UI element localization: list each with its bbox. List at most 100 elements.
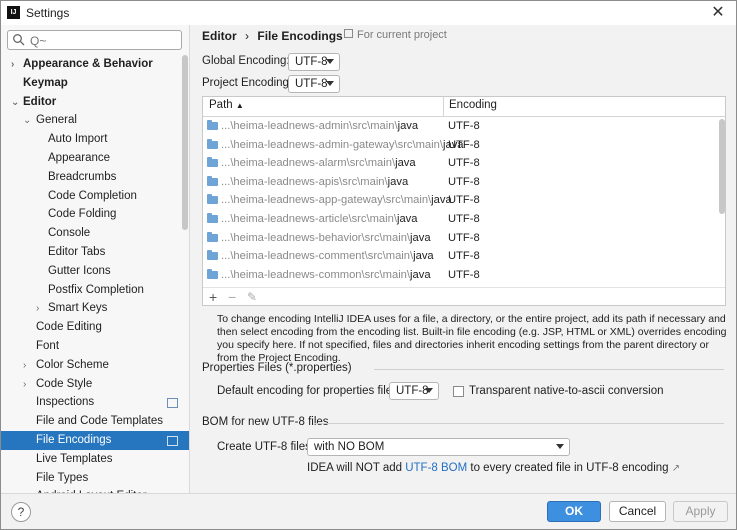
chevron-right-icon[interactable]: › xyxy=(23,375,33,394)
apply-button[interactable]: Apply xyxy=(673,501,728,522)
chevron-right-icon[interactable]: › xyxy=(36,299,46,318)
sidebar-item-label: Appearance & Behavior xyxy=(23,58,153,70)
table-row[interactable]: ...\heima-leadnews-common\src\main\java U… xyxy=(203,266,717,285)
sidebar-item[interactable]: Gutter Icons xyxy=(1,262,189,281)
table-row[interactable]: ...\heima-leadnews-behavior\src\main\jav… xyxy=(203,229,717,248)
chevron-down-icon[interactable]: ⌄ xyxy=(11,93,21,112)
sidebar-scrollbar[interactable] xyxy=(182,55,188,230)
table-row[interactable]: ...\heima-leadnews-article\src\main\java… xyxy=(203,210,717,229)
sidebar-item-label: Smart Keys xyxy=(48,302,108,315)
sidebar-item-label: File Types xyxy=(36,471,89,484)
transparent-ascii-label[interactable]: Transparent native-to-ascii conversion xyxy=(469,385,664,397)
breadcrumb-parent[interactable]: Editor xyxy=(202,29,237,43)
sidebar-item[interactable]: Code Folding xyxy=(1,205,189,224)
global-encoding-value: UTF-8 xyxy=(295,56,328,68)
edit-path-button[interactable]: ✎ xyxy=(247,288,257,305)
sidebar-item[interactable]: Auto Import xyxy=(1,130,189,149)
row-path-prefix: ...\heima-leadnews-app-gateway\src\main\ xyxy=(221,194,432,207)
cancel-button[interactable]: Cancel xyxy=(609,501,666,522)
row-encoding[interactable]: UTF-8 xyxy=(448,266,480,285)
project-scope-icon xyxy=(167,436,178,446)
sidebar-item[interactable]: Inspections xyxy=(1,393,189,412)
sidebar-item[interactable]: Font xyxy=(1,337,189,356)
sidebar-item[interactable]: Breadcrumbs xyxy=(1,168,189,187)
row-encoding[interactable]: UTF-8 xyxy=(448,136,480,155)
bom-section-title: BOM for new UTF-8 files xyxy=(202,416,329,428)
sidebar-item[interactable]: ⌄ Editor xyxy=(1,93,189,112)
sidebar-item-label: Editor Tabs xyxy=(48,246,106,258)
sidebar-item[interactable]: Code Editing xyxy=(1,318,189,337)
table-row[interactable]: ...\heima-leadnews-comment\src\main\java… xyxy=(203,247,717,266)
sidebar-item[interactable]: File Encodings xyxy=(1,431,189,450)
scope-text: For current project xyxy=(357,29,447,41)
properties-encoding-select[interactable]: UTF-8 xyxy=(389,382,439,400)
table-row[interactable]: ...\heima-leadnews-app-gateway\src\main\… xyxy=(203,191,717,210)
folder-icon xyxy=(207,213,218,223)
table-row[interactable]: ...\heima-leadnews-admin-gateway\src\mai… xyxy=(203,136,717,155)
sidebar-item[interactable]: ⌄ General xyxy=(1,111,189,130)
row-encoding[interactable]: UTF-8 xyxy=(448,117,480,136)
sidebar-item[interactable]: › Smart Keys xyxy=(1,299,189,318)
bom-select[interactable]: with NO BOM xyxy=(307,438,570,456)
row-path-leaf: java xyxy=(413,250,434,263)
remove-path-button[interactable]: − xyxy=(228,288,236,305)
sidebar-item[interactable]: › Appearance & Behavior xyxy=(1,55,189,74)
sidebar-item[interactable]: › Color Scheme xyxy=(1,356,189,375)
sidebar-item-label: Keymap xyxy=(23,76,68,89)
chevron-right-icon[interactable]: › xyxy=(23,356,33,375)
add-path-button[interactable]: + xyxy=(209,288,217,305)
row-encoding[interactable]: UTF-8 xyxy=(448,229,480,248)
sidebar-item[interactable]: Code Completion xyxy=(1,187,189,206)
table-row[interactable]: ...\heima-leadnews-admin\src\main\java UT… xyxy=(203,117,717,136)
sidebar-item[interactable]: Keymap xyxy=(1,74,189,93)
utf8-bom-link[interactable]: UTF-8 BOM xyxy=(405,462,467,474)
chevron-right-icon[interactable]: › xyxy=(11,55,21,74)
ok-button[interactable]: OK xyxy=(547,501,601,522)
breadcrumb: Editor › File Encodings xyxy=(202,29,343,43)
help-button[interactable]: ? xyxy=(11,502,31,522)
file-encodings-panel: Editor › File Encodings For current proj… xyxy=(190,25,736,493)
row-encoding[interactable]: UTF-8 xyxy=(448,210,480,229)
table-row[interactable]: ...\heima-leadnews-alarm\src\main\java UT… xyxy=(203,154,717,173)
sidebar-item-label: Console xyxy=(48,227,91,240)
sidebar-item[interactable]: File Types xyxy=(1,469,189,488)
close-icon[interactable]: ✕ xyxy=(708,3,728,23)
row-encoding[interactable]: UTF-8 xyxy=(448,247,480,266)
folder-icon xyxy=(207,157,218,168)
row-encoding[interactable]: UTF-8 xyxy=(448,154,480,173)
sidebar-item-label: Code Folding xyxy=(48,208,117,221)
sidebar-item[interactable]: › Code Style xyxy=(1,375,189,394)
section-divider xyxy=(374,369,724,370)
properties-default-label: Default encoding for properties files: xyxy=(217,385,402,397)
bom-section-header: BOM for new UTF-8 files xyxy=(202,416,726,428)
row-path-prefix: ...\heima-leadnews-article\src\main\ xyxy=(221,213,397,225)
row-path-leaf: java xyxy=(397,120,419,132)
sidebar-item[interactable]: Live Templates xyxy=(1,450,189,469)
search-input[interactable] xyxy=(28,32,182,50)
column-header-encoding[interactable]: Encoding xyxy=(449,99,497,111)
path-header-label: Path xyxy=(209,99,233,111)
row-encoding[interactable]: UTF-8 xyxy=(448,173,480,192)
sidebar-item[interactable]: Editor Tabs xyxy=(1,243,189,262)
sidebar-item[interactable]: Console xyxy=(1,224,189,243)
folder-icon xyxy=(207,231,218,242)
project-encoding-value: UTF-8 xyxy=(295,78,328,90)
sidebar-item[interactable]: Postfix Completion xyxy=(1,281,189,300)
sidebar-item-label: General xyxy=(36,114,77,127)
column-header-path[interactable]: Path ▲ xyxy=(209,99,244,111)
title-bar: IJ Settings ✕ xyxy=(1,1,736,25)
row-path-prefix: ...\heima-leadnews-alarm\src\main\ xyxy=(221,157,396,170)
project-encoding-select[interactable]: UTF-8 xyxy=(288,75,340,93)
chevron-down-icon[interactable]: ⌄ xyxy=(23,111,33,130)
global-encoding-select[interactable]: UTF-8 xyxy=(288,53,340,71)
transparent-ascii-checkbox[interactable] xyxy=(453,386,464,397)
sidebar-item[interactable]: Appearance xyxy=(1,149,189,168)
row-encoding[interactable]: UTF-8 xyxy=(448,191,480,210)
sidebar-item-label: Code Style xyxy=(36,377,93,390)
sidebar-item[interactable]: File and Code Templates xyxy=(1,412,189,431)
table-row[interactable]: ...\heima-leadnews-apis\src\main\java UTF… xyxy=(203,173,717,192)
external-link-icon[interactable]: ↗ xyxy=(672,463,680,474)
settings-search[interactable] xyxy=(7,30,182,50)
table-scrollbar[interactable] xyxy=(719,119,725,214)
column-divider[interactable] xyxy=(443,97,444,116)
